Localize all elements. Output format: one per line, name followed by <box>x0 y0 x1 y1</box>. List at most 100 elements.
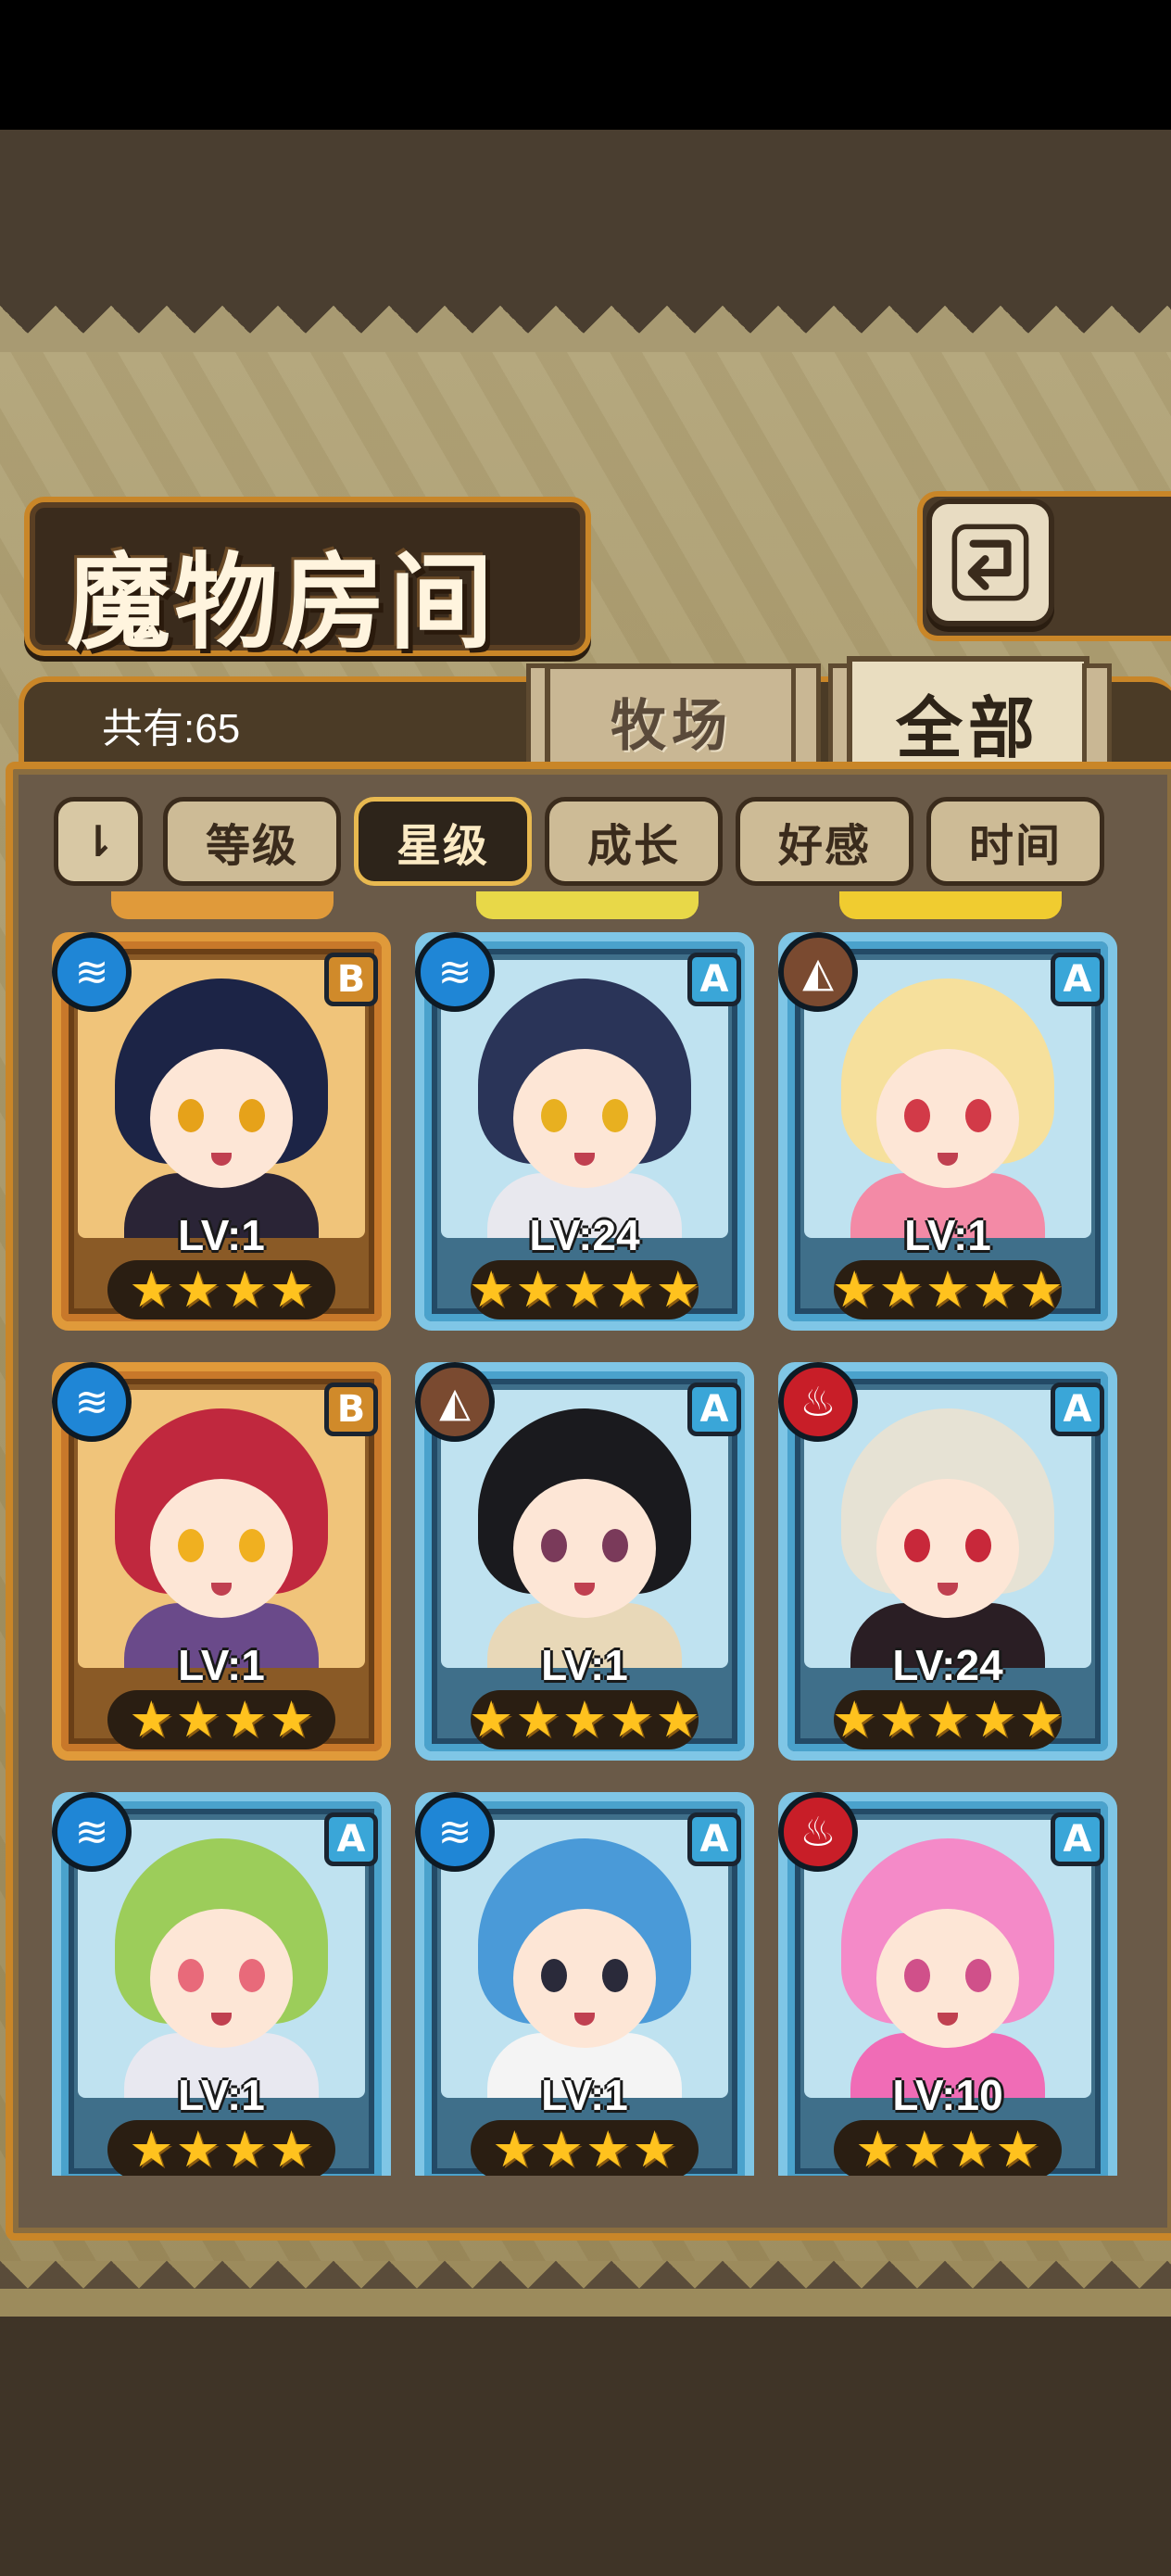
star-icon: ★ <box>175 2120 220 2176</box>
portrait-eye <box>178 1529 204 1562</box>
portrait-face <box>150 1479 293 1618</box>
star-icon: ★ <box>925 1690 971 1749</box>
monster-card[interactable]: ≋ A LV:1 ★ ★ ★ ★ <box>415 1792 754 2176</box>
water-wave-icon: ≋ <box>52 932 132 1012</box>
portrait-eye <box>602 1959 628 1992</box>
star-icon: ★ <box>561 1690 608 1749</box>
sort-affection-button[interactable]: 好感 <box>736 797 913 886</box>
portrait-eye <box>904 1959 930 1992</box>
star-icon: ★ <box>972 1690 1017 1749</box>
star-icon: ★ <box>831 1260 877 1319</box>
rank-badge: B <box>324 953 378 1006</box>
star-rating: ★ ★ ★ ★ <box>471 2120 699 2176</box>
portrait-eye <box>904 1529 930 1562</box>
top-decoration <box>0 130 1171 306</box>
star-icon: ★ <box>492 2120 537 2176</box>
monster-level: LV:1 <box>904 1211 991 1259</box>
water-wave-icon: ≋ <box>52 1792 132 1872</box>
star-icon: ★ <box>269 1690 314 1749</box>
water-wave-icon: ≋ <box>415 1792 495 1872</box>
portrait-eye <box>239 1099 265 1132</box>
portrait-eye <box>541 1099 567 1132</box>
star-icon: ★ <box>468 1690 514 1749</box>
star-icon: ★ <box>129 2120 174 2176</box>
monster-level: LV:1 <box>178 1211 265 1259</box>
monster-level: LV:10 <box>892 2071 1003 2119</box>
star-icon: ★ <box>222 1260 268 1319</box>
star-icon: ★ <box>269 1260 314 1319</box>
star-icon: ★ <box>632 2120 677 2176</box>
monster-portrait <box>804 1820 1091 2098</box>
monster-portrait <box>441 1820 728 2098</box>
earth-mountain-icon: ◭ <box>415 1362 495 1442</box>
star-rating: ★ ★ ★ ★ <box>107 1260 335 1320</box>
star-icon: ★ <box>175 1690 220 1749</box>
star-icon: ★ <box>831 1690 877 1749</box>
portrait-face <box>150 1049 293 1188</box>
sort-order-toggle[interactable]: ⇂ <box>54 797 143 886</box>
portrait-face <box>513 1049 656 1188</box>
monster-level: LV:1 <box>541 1641 628 1689</box>
portrait-eye <box>965 1099 991 1132</box>
star-icon: ★ <box>468 1260 514 1319</box>
monster-card[interactable]: ♨ A LV:24 ★ ★ ★ ★ ★ <box>778 1362 1117 1761</box>
monster-card[interactable]: ♨ A LV:10 ★ ★ ★ ★ <box>778 1792 1117 2176</box>
star-icon: ★ <box>995 2120 1040 2176</box>
portrait-eye <box>965 1529 991 1562</box>
sort-star-button[interactable]: 星级 <box>354 797 532 886</box>
monster-count: 共有:65 <box>102 706 241 751</box>
rank-badge: A <box>687 953 741 1006</box>
portrait-face <box>150 1909 293 2048</box>
star-rating: ★ ★ ★ ★ ★ <box>468 1690 701 1749</box>
fire-flame-icon: ♨ <box>778 1792 858 1872</box>
portrait-eye <box>178 1099 204 1132</box>
star-icon: ★ <box>515 1260 560 1319</box>
earth-mountain-icon: ◭ <box>778 932 858 1012</box>
star-rating: ★ ★ ★ ★ <box>834 2120 1062 2176</box>
star-icon: ★ <box>561 1260 608 1319</box>
portrait-eye <box>239 1529 265 1562</box>
star-icon: ★ <box>855 2120 900 2176</box>
portrait-eye <box>541 1959 567 1992</box>
monster-card[interactable]: ◭ A LV:1 ★ ★ ★ ★ ★ <box>778 932 1117 1331</box>
monster-card[interactable]: ≋ B LV:1 ★ ★ ★ ★ <box>52 1362 391 1761</box>
monster-level: LV:1 <box>178 1641 265 1689</box>
star-icon: ★ <box>655 1260 701 1319</box>
star-icon: ★ <box>129 1260 174 1319</box>
monster-card[interactable]: ≋ B LV:1 ★ ★ ★ ★ <box>52 932 391 1331</box>
star-icon: ★ <box>609 1690 654 1749</box>
status-bar <box>0 0 1171 130</box>
rank-badge: A <box>687 1812 741 1866</box>
tab-farm[interactable]: 牧场 <box>545 663 799 773</box>
sort-growth-button[interactable]: 成长 <box>545 797 723 886</box>
card-partial-top <box>111 891 334 919</box>
portrait-eye <box>239 1959 265 1992</box>
star-icon: ★ <box>949 2120 994 2176</box>
monster-card[interactable]: ◭ A LV:1 ★ ★ ★ ★ ★ <box>415 1362 754 1761</box>
card-partial-top <box>476 891 699 919</box>
card-partial-top <box>839 891 1062 919</box>
star-icon: ★ <box>538 2120 584 2176</box>
monster-portrait <box>78 1390 365 1668</box>
monster-portrait <box>804 960 1091 1238</box>
zigzag-border-bottom <box>0 2261 1171 2317</box>
star-icon: ★ <box>925 1260 971 1319</box>
star-icon: ★ <box>655 1690 701 1749</box>
back-button[interactable] <box>926 499 1054 626</box>
sort-time-button[interactable]: 时间 <box>926 797 1104 886</box>
monster-level: LV:24 <box>892 1641 1003 1689</box>
star-rating: ★ ★ ★ ★ <box>107 2120 335 2176</box>
sort-level-button[interactable]: 等级 <box>163 797 341 886</box>
monster-card[interactable]: ≋ A LV:24 ★ ★ ★ ★ ★ <box>415 932 754 1331</box>
rank-badge: B <box>324 1383 378 1436</box>
monster-card[interactable]: ≋ A LV:1 ★ ★ ★ ★ <box>52 1792 391 2176</box>
monster-grid[interactable]: ≋ B LV:1 ★ ★ ★ ★ ≋ A LV:24 ★ ★ ★ ★ ★ ◭ A LV:1 ★ ★ ★ ★ ★ ≋ B LV:1 ★… <box>33 891 1138 2176</box>
monster-portrait <box>804 1390 1091 1668</box>
star-icon: ★ <box>129 1690 174 1749</box>
rank-badge: A <box>1051 953 1104 1006</box>
portrait-face <box>513 1479 656 1618</box>
star-icon: ★ <box>609 1260 654 1319</box>
portrait-eye <box>541 1529 567 1562</box>
monster-portrait <box>441 960 728 1238</box>
monster-portrait <box>78 1820 365 2098</box>
